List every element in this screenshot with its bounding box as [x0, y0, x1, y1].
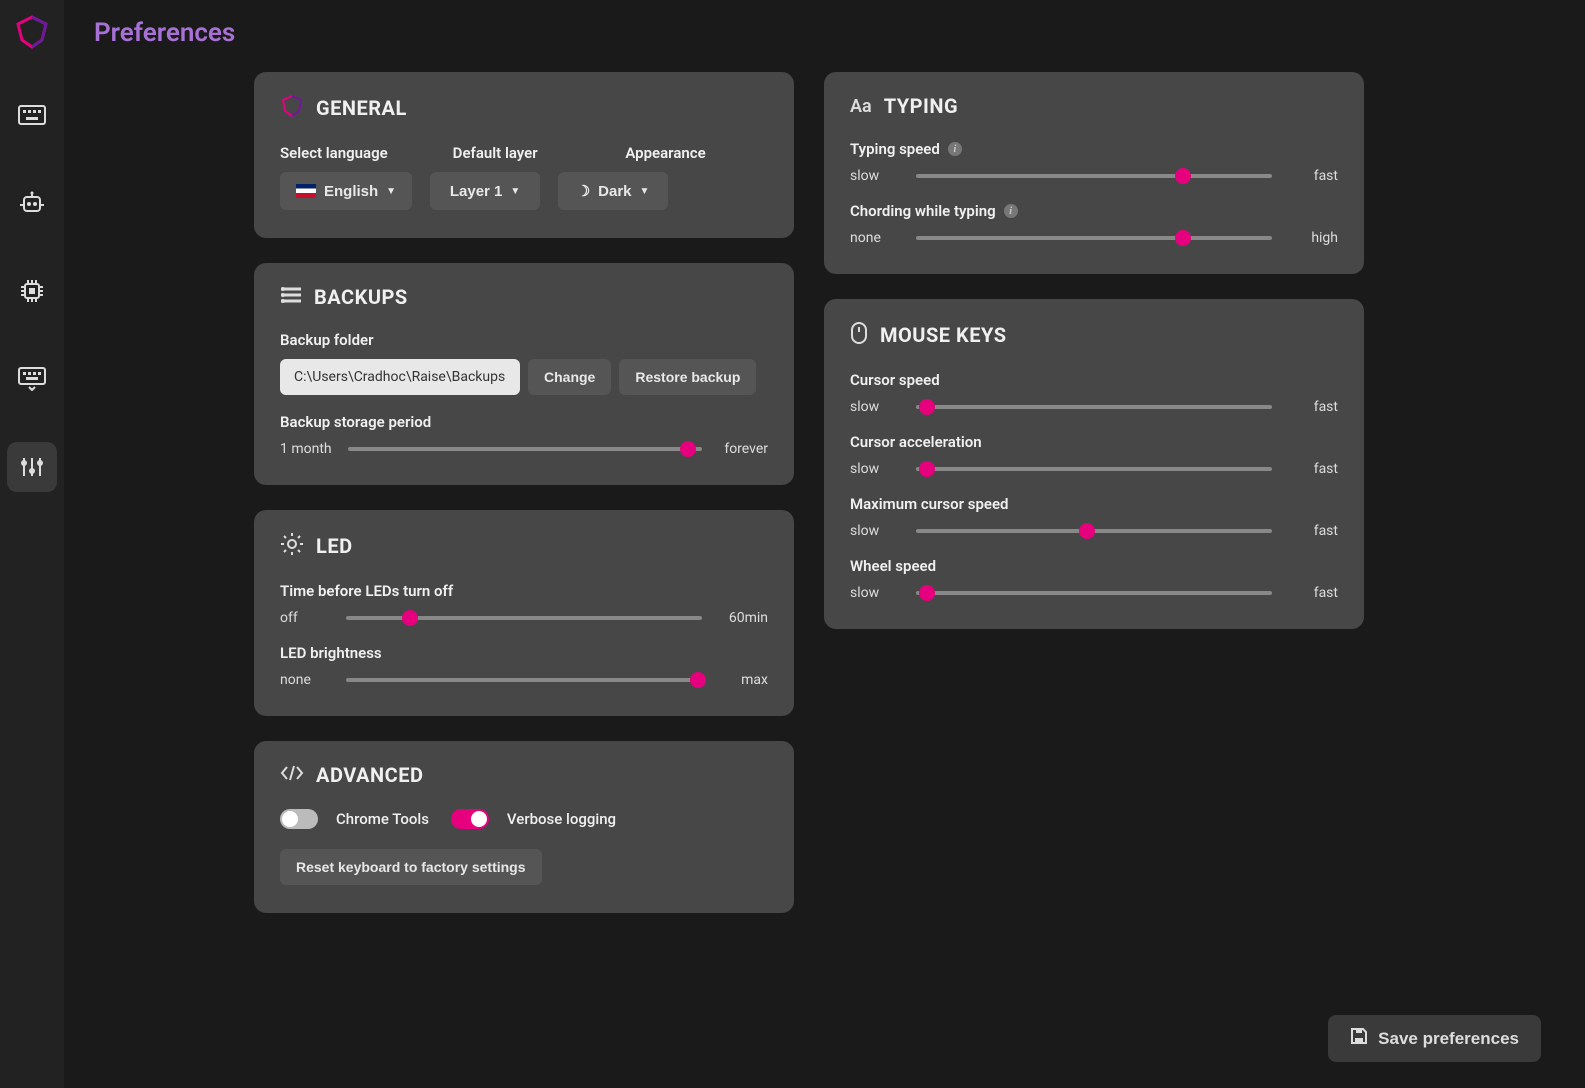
led-bright-label: LED brightness — [280, 644, 768, 662]
max-slow: slow — [850, 523, 900, 539]
led-bright-min: none — [280, 672, 330, 688]
caret-down-icon: ▼ — [386, 186, 396, 197]
sidebar-item-chip[interactable] — [7, 266, 57, 316]
max-speed-label: Maximum cursor speed — [850, 495, 1338, 513]
led-off-max: 60min — [718, 610, 768, 626]
backups-card: BACKUPS Backup folder C:\Users\Cradhoc\R… — [254, 263, 794, 485]
change-button[interactable]: Change — [528, 359, 611, 395]
led-off-label: Time before LEDs turn off — [280, 582, 768, 600]
advanced-card: ADVANCED Chrome Tools Verbose logging Re… — [254, 741, 794, 913]
uk-flag-icon — [296, 184, 316, 198]
list-icon — [280, 286, 302, 308]
sidebar-item-keyboard[interactable] — [7, 90, 57, 140]
mouse-card: MOUSE KEYS Cursor speed slow fast Cursor… — [824, 299, 1364, 629]
moon-icon: ☽ — [577, 182, 590, 200]
led-off-slider[interactable] — [346, 616, 702, 620]
led-bright-max: max — [718, 672, 768, 688]
sun-icon — [280, 532, 304, 560]
accel-slow: slow — [850, 461, 900, 477]
general-card: GENERAL Select language Default layer Ap… — [254, 72, 794, 238]
caret-down-icon: ▼ — [640, 186, 650, 197]
language-label: Select language — [280, 144, 423, 162]
backups-title: BACKUPS — [314, 285, 408, 309]
typing-speed-max: fast — [1288, 168, 1338, 184]
backup-folder-label: Backup folder — [280, 331, 768, 349]
info-icon[interactable]: i — [948, 142, 962, 156]
sidebar-item-keyboard-alt[interactable] — [7, 354, 57, 404]
save-preferences-button[interactable]: Save preferences — [1328, 1015, 1541, 1062]
backup-folder-input[interactable]: C:\Users\Cradhoc\Raise\Backups — [280, 359, 520, 395]
layer-label: Default layer — [453, 144, 596, 162]
mouse-icon — [850, 321, 868, 349]
save-icon — [1350, 1027, 1368, 1050]
language-dropdown[interactable]: English ▼ — [280, 172, 412, 210]
led-title: LED — [316, 534, 353, 558]
general-title: GENERAL — [316, 96, 407, 120]
advanced-title: ADVANCED — [316, 763, 423, 787]
typography-icon: Aa — [850, 96, 872, 117]
sidebar-item-robot[interactable] — [7, 178, 57, 228]
typing-speed-label: Typing speed i — [850, 140, 1338, 158]
storage-period-label: Backup storage period — [280, 413, 768, 431]
page-title: Preferences — [94, 18, 1545, 48]
led-off-min: off — [280, 610, 330, 626]
chrome-tools-toggle[interactable] — [280, 809, 318, 829]
wheel-slow: slow — [850, 585, 900, 601]
typing-title: TYPING — [884, 94, 958, 118]
cursor-fast: fast — [1288, 399, 1338, 415]
accel-label: Cursor acceleration — [850, 433, 1338, 451]
chording-label: Chording while typing i — [850, 202, 1338, 220]
app-logo — [12, 12, 52, 52]
storage-slider[interactable] — [348, 447, 702, 451]
cursor-speed-label: Cursor speed — [850, 371, 1338, 389]
chrome-tools-label: Chrome Tools — [336, 810, 429, 828]
cursor-slow: slow — [850, 399, 900, 415]
storage-max-label: forever — [718, 441, 768, 457]
caret-down-icon: ▼ — [510, 186, 520, 197]
restore-button[interactable]: Restore backup — [619, 359, 756, 395]
wheel-fast: fast — [1288, 585, 1338, 601]
chord-min: none — [850, 230, 900, 246]
verbose-label: Verbose logging — [507, 810, 616, 828]
typing-card: Aa TYPING Typing speed i slow fast Chord… — [824, 72, 1364, 274]
appearance-label: Appearance — [625, 144, 768, 162]
verbose-toggle[interactable] — [451, 809, 489, 829]
cursor-speed-slider[interactable] — [916, 405, 1272, 409]
sidebar — [0, 0, 64, 1088]
accel-slider[interactable] — [916, 467, 1272, 471]
max-speed-slider[interactable] — [916, 529, 1272, 533]
code-icon — [280, 764, 304, 786]
mouse-title: MOUSE KEYS — [880, 323, 1007, 347]
layer-dropdown[interactable]: Layer 1 ▼ — [430, 172, 540, 210]
wheel-speed-label: Wheel speed — [850, 557, 1338, 575]
wheel-speed-slider[interactable] — [916, 591, 1272, 595]
appearance-dropdown[interactable]: ☽ Dark ▼ — [558, 172, 668, 210]
led-bright-slider[interactable] — [346, 678, 702, 682]
led-card: LED Time before LEDs turn off off 60min … — [254, 510, 794, 716]
shield-icon — [280, 94, 304, 122]
chording-slider[interactable] — [916, 236, 1272, 240]
info-icon[interactable]: i — [1004, 204, 1018, 218]
main-content: Preferences GENERAL Select language Defa… — [64, 0, 1585, 1088]
max-fast: fast — [1288, 523, 1338, 539]
typing-speed-min: slow — [850, 168, 900, 184]
typing-speed-slider[interactable] — [916, 174, 1272, 178]
storage-min-label: 1 month — [280, 441, 332, 457]
chord-max: high — [1288, 230, 1338, 246]
sidebar-item-preferences[interactable] — [7, 442, 57, 492]
reset-button[interactable]: Reset keyboard to factory settings — [280, 849, 542, 885]
accel-fast: fast — [1288, 461, 1338, 477]
